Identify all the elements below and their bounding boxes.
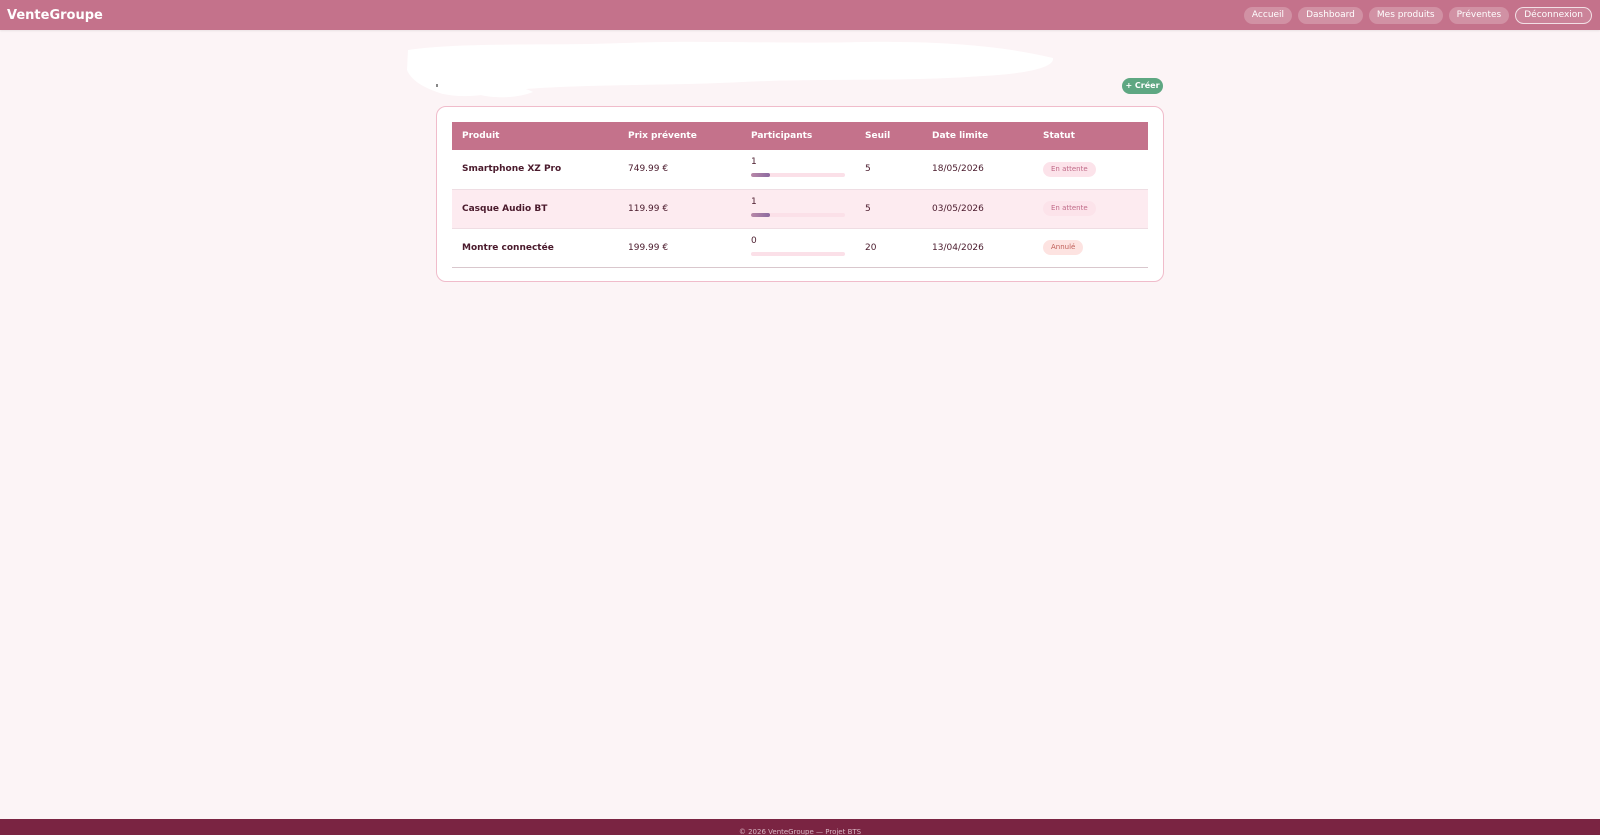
- status-cell: En attente: [1033, 150, 1148, 189]
- create-button[interactable]: + Créer: [1122, 78, 1163, 94]
- presale-price: 749.99 €: [628, 164, 669, 175]
- brand-logo[interactable]: VenteGroupe: [7, 8, 103, 23]
- participants-cell: 1: [741, 189, 855, 228]
- nav-accueil[interactable]: Accueil: [1243, 6, 1293, 24]
- header-prix: Prix prévente: [628, 131, 697, 141]
- participants-cell: 1: [741, 150, 855, 189]
- threshold: 5: [865, 203, 871, 214]
- presale-price: 199.99 €: [628, 242, 669, 253]
- decorative-dot: [436, 84, 438, 87]
- threshold: 20: [865, 242, 877, 253]
- progress-fill: [751, 212, 770, 217]
- top-navbar: VenteGroupe Accueil Dashboard Mes produi…: [0, 0, 1600, 30]
- redacted-heading: [407, 41, 1054, 98]
- participants-count: 1: [751, 157, 757, 168]
- status-cell: En attente: [1033, 189, 1148, 228]
- table-row[interactable]: Smartphone XZ Pro 749.99 € 1 5 18/05/202…: [452, 150, 1148, 189]
- status-badge: En attente: [1043, 161, 1096, 177]
- progress-fill: [751, 173, 770, 178]
- nav-preventes[interactable]: Préventes: [1448, 6, 1510, 24]
- header-date-limite: Date limite: [932, 131, 989, 141]
- table-header-row: Produit Prix prévente Participants Seuil…: [452, 122, 1148, 150]
- logout-button[interactable]: Déconnexion: [1515, 6, 1592, 24]
- presale-price: 119.99 €: [628, 203, 669, 214]
- presales-table: Produit Prix prévente Participants Seuil…: [452, 122, 1148, 268]
- threshold: 5: [865, 164, 871, 175]
- status-cell: Annulé: [1033, 228, 1148, 267]
- footer: © 2026 VenteGroupe — Projet BTS: [0, 819, 1600, 835]
- participants-progress: [751, 173, 845, 178]
- presales-card: Produit Prix prévente Participants Seuil…: [436, 106, 1164, 282]
- participants-count: 1: [751, 196, 757, 207]
- product-name: Montre connectée: [462, 242, 554, 253]
- nav-dashboard[interactable]: Dashboard: [1298, 6, 1363, 24]
- header-produit: Produit: [462, 131, 500, 141]
- table-row[interactable]: Casque Audio BT 119.99 € 1 5 03/05/2026 …: [452, 189, 1148, 228]
- header-seuil: Seuil: [865, 131, 891, 141]
- deadline: 18/05/2026: [932, 164, 984, 175]
- nav-menu: Accueil Dashboard Mes produits Préventes…: [1243, 6, 1592, 24]
- status-badge: En attente: [1043, 201, 1096, 216]
- participants-progress: [751, 212, 845, 217]
- header-statut: Statut: [1043, 131, 1075, 141]
- participants-progress: [751, 251, 845, 256]
- status-badge: Annulé: [1043, 240, 1084, 255]
- deadline: 03/05/2026: [932, 203, 984, 214]
- product-name: Smartphone XZ Pro: [462, 164, 562, 175]
- nav-mes-produits[interactable]: Mes produits: [1368, 6, 1443, 24]
- table-row[interactable]: Montre connectée 199.99 € 0 20 13/04/202…: [452, 228, 1148, 267]
- participants-count: 0: [751, 235, 757, 246]
- participants-cell: 0: [741, 228, 855, 267]
- header-participants: Participants: [751, 131, 813, 141]
- product-name: Casque Audio BT: [462, 203, 548, 214]
- deadline: 13/04/2026: [932, 242, 984, 253]
